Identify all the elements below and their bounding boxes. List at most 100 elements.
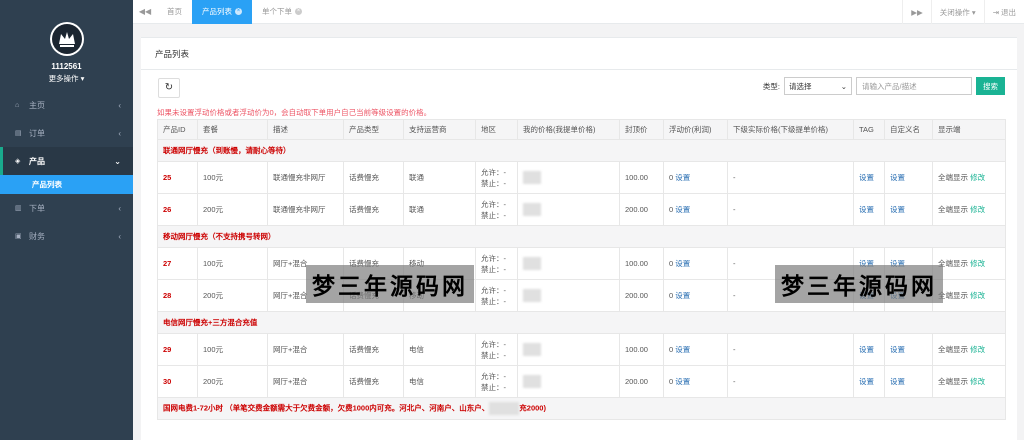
column-header: 描述: [267, 119, 344, 140]
column-header: 下级实际价格(下级提单价格): [727, 119, 854, 140]
tab-label: 产品列表: [202, 7, 232, 16]
tab-list: 首页 产品列表 × 单个下单 ×: [157, 0, 312, 24]
float-set-link[interactable]: 设置: [675, 173, 690, 182]
redacted-price: [523, 257, 541, 270]
float-price: 0 设置: [663, 333, 728, 366]
tag-set-link[interactable]: 设置: [859, 377, 874, 386]
sidebar-item-3[interactable]: ▥ 下单 ‹: [0, 194, 133, 222]
package: 200元: [197, 279, 268, 312]
custom-name-set-link[interactable]: 设置: [890, 173, 905, 182]
search-input[interactable]: 请输入产品/描述: [856, 77, 972, 95]
sidebar-item-2[interactable]: ◈ 产品 ⌄: [0, 147, 133, 175]
table-row: 29 100元 网厅+混合 话费慢充 电信 允许：- 禁止：- 100.00 0 设置 - 设置 设置…: [157, 333, 1006, 366]
carrier: 电信: [403, 333, 476, 366]
file-icon: ▥: [15, 205, 22, 212]
cube-icon: ◈: [15, 158, 21, 165]
redacted-price: [523, 375, 541, 388]
close-icon[interactable]: ×: [235, 8, 242, 15]
display-cell: 全端显示 修改: [932, 279, 1006, 312]
region-cell: 允许：- 禁止：-: [475, 247, 518, 280]
tab-scroll-left-icon[interactable]: ◀◀: [133, 7, 157, 16]
group-row: 电信网厅慢充+三方混合充值: [157, 311, 1006, 334]
more-ops-dropdown[interactable]: 更多操作 ▾: [0, 73, 133, 84]
modify-link[interactable]: 修改: [970, 291, 985, 300]
close-ops-button[interactable]: 关闭操作 ▾: [930, 0, 984, 24]
custom-name-cell: 设置: [884, 161, 933, 194]
column-header: 自定义名: [884, 119, 933, 140]
display-value: 全端显示: [938, 377, 968, 386]
carrier: 联通: [403, 161, 476, 194]
float-set-link[interactable]: 设置: [675, 291, 690, 300]
sidebar-item-0[interactable]: ⌂ 主页 ‹: [0, 91, 133, 119]
avatar[interactable]: [49, 22, 84, 56]
tab-2[interactable]: 单个下单 ×: [252, 0, 312, 24]
custom-name-set-link[interactable]: 设置: [890, 377, 905, 386]
user-id: 1112561: [51, 62, 82, 71]
sidebar-subitem-product-list[interactable]: 产品列表: [0, 175, 133, 194]
custom-name-cell: 设置: [884, 365, 933, 398]
cap-price: 200.00: [619, 193, 664, 226]
custom-name-cell: 设置: [884, 333, 933, 366]
watermark: 梦三年源码网: [306, 265, 474, 303]
group-title: 联通网厅慢充（到账慢，请耐心等待）: [157, 139, 1006, 162]
product-id: 26: [157, 193, 198, 226]
logout-button[interactable]: ⇥ 退出: [983, 0, 1024, 24]
tag-set-link[interactable]: 设置: [859, 173, 874, 182]
custom-name-set-link[interactable]: 设置: [890, 205, 905, 214]
float-set-link[interactable]: 设置: [675, 259, 690, 268]
modify-link[interactable]: 修改: [970, 259, 985, 268]
float-set-link[interactable]: 设置: [675, 377, 690, 386]
carrier: 电信: [403, 365, 476, 398]
refresh-button[interactable]: ↻: [158, 78, 180, 98]
package: 200元: [197, 193, 268, 226]
group-title: 电信网厅慢充+三方混合充值: [157, 311, 1006, 334]
sidebar-item-4[interactable]: ▣ 财务 ‹: [0, 222, 133, 250]
tab-0[interactable]: 首页: [157, 0, 192, 24]
type-label: 类型:: [762, 81, 780, 91]
profile: 1112561 更多操作 ▾: [0, 0, 133, 91]
redacted-price: [523, 343, 541, 356]
float-price: 0 设置: [663, 193, 728, 226]
region-allow: 允许：-: [481, 199, 506, 209]
column-header: 套餐: [197, 119, 268, 140]
my-price: [517, 161, 620, 194]
column-header: 浮动价(利润): [663, 119, 728, 140]
close-icon[interactable]: ×: [295, 8, 302, 15]
modify-link[interactable]: 修改: [970, 173, 985, 182]
tab-1[interactable]: 产品列表 ×: [192, 0, 252, 24]
tag-set-link[interactable]: 设置: [859, 205, 874, 214]
search-button[interactable]: 搜索: [976, 77, 1005, 95]
chevron-left-icon: ‹: [118, 100, 121, 110]
sidebar-item-label: 财务: [29, 231, 45, 241]
type-select[interactable]: 请选择 ⌄: [784, 77, 852, 95]
tag-cell: 设置: [853, 365, 885, 398]
table-row: 26 200元 联通慢充非网厅 话费慢充 联通 允许：- 禁止：- 200.00 0 设置 - 设置…: [157, 193, 1006, 226]
column-header: 产品类型: [343, 119, 404, 140]
sidebar: 1112561 更多操作 ▾ ⌂ 主页 ‹ ▤ 订单 ‹ ◈ 产品 ⌄ 产品列表 ▥ 下单 ‹ ▣ 财务 ‹: [0, 0, 133, 440]
chevron-down-icon: ⌄: [840, 81, 847, 91]
product-id: 25: [157, 161, 198, 194]
float-value: 0: [669, 205, 674, 214]
modify-link[interactable]: 修改: [970, 345, 985, 354]
column-header: TAG: [853, 119, 885, 140]
display-value: 全端显示: [938, 205, 968, 214]
display-value: 全端显示: [938, 173, 968, 182]
tab-scroll-right-icon[interactable]: ▶▶: [902, 0, 931, 24]
float-set-link[interactable]: 设置: [675, 205, 690, 214]
modify-link[interactable]: 修改: [970, 377, 985, 386]
sidebar-item-1[interactable]: ▤ 订单 ‹: [0, 119, 133, 147]
tag-cell: 设置: [853, 161, 885, 194]
custom-name-set-link[interactable]: 设置: [890, 345, 905, 354]
modify-link[interactable]: 修改: [970, 205, 985, 214]
column-header: 支持运营商: [403, 119, 476, 140]
product-type: 话费慢充: [343, 333, 404, 366]
region-deny: 禁止：-: [481, 210, 506, 220]
top-tabbar: ◀◀ 首页 产品列表 × 单个下单 × ▶▶ 关闭操作 ▾ ⇥ 退出: [133, 0, 1024, 24]
product-type: 话费慢充: [343, 193, 404, 226]
float-set-link[interactable]: 设置: [675, 345, 690, 354]
region-deny: 禁止：-: [481, 264, 506, 274]
tag-set-link[interactable]: 设置: [859, 345, 874, 354]
description: 网厅+混合: [267, 365, 344, 398]
crown-logo-icon: [51, 24, 82, 54]
column-header: 产品ID: [157, 119, 198, 140]
